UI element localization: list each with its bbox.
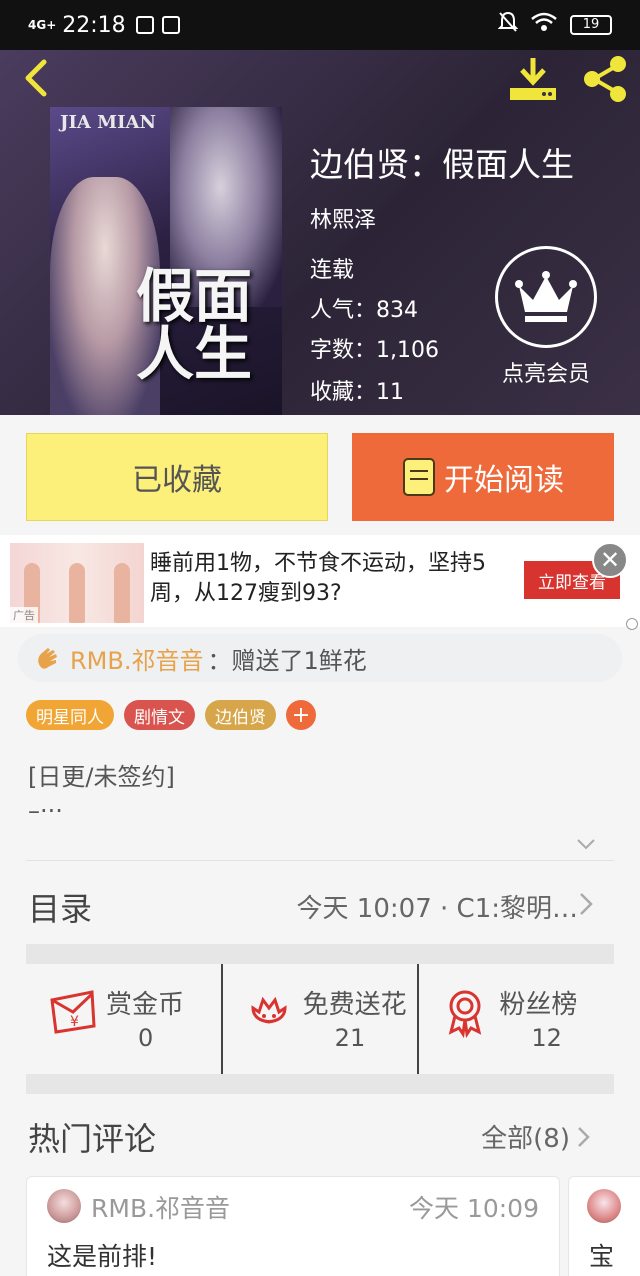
comment-text: 宝: [589, 1242, 615, 1271]
comment-card[interactable]: RMB.祁音音 今天 10:09 这是前排!: [26, 1176, 560, 1276]
book-header: JIA MIAN 假面人生 边伯贤：假面人生 林熙泽 连载 人气：834 字数：…: [0, 50, 640, 415]
tag-item[interactable]: 剧情文: [124, 700, 195, 730]
all-comments-label: 全部(8): [481, 1124, 570, 1154]
avatar[interactable]: [587, 1189, 621, 1223]
vip-button[interactable]: 点亮会员: [490, 246, 602, 388]
favorites-label: 收藏：: [310, 380, 377, 405]
section-separator: [26, 944, 614, 964]
all-comments-link[interactable]: 全部(8): [481, 1118, 592, 1155]
popularity-stat: 人气：834: [310, 292, 418, 324]
section-separator: [26, 1074, 614, 1094]
favorited-button[interactable]: 已收藏: [26, 433, 328, 521]
vip-label: 点亮会员: [501, 362, 590, 387]
send-flower-value: 21: [334, 1024, 366, 1052]
add-tag-button[interactable]: +: [286, 700, 316, 730]
crown-icon: [515, 271, 577, 322]
toc-title: 目录: [28, 890, 93, 928]
chevron-left-icon: [25, 59, 47, 97]
word-count-value: 1,106: [376, 338, 439, 363]
word-count-label: 字数：: [310, 338, 377, 363]
reward-coins-label: 赏金币: [106, 990, 185, 1020]
clap-icon: [38, 648, 57, 669]
tag-list: 明星同人 剧情文 边伯贤 +: [26, 700, 316, 730]
fan-ranking-value: 12: [531, 1024, 562, 1052]
avatar[interactable]: [47, 1189, 81, 1223]
chevron-right-icon: [578, 1126, 590, 1147]
reward-coins-value: 0: [138, 1024, 154, 1052]
clock: 22:18: [62, 12, 126, 38]
popularity-value: 834: [376, 298, 419, 323]
word-count-stat: 字数：1,106: [310, 332, 439, 364]
tag-item[interactable]: 明星同人: [26, 700, 114, 730]
book-status: 连载: [310, 258, 355, 283]
chevron-right-icon: [580, 893, 593, 915]
silent-icon: [497, 11, 519, 39]
battery-icon: 19: [570, 15, 612, 35]
svg-text:¥: ¥: [70, 1014, 79, 1030]
start-reading-button[interactable]: 开始阅读: [352, 433, 614, 521]
table-of-contents-row[interactable]: 目录 今天 10:07 · C1:黎明…: [0, 862, 640, 944]
medal-icon: [449, 990, 482, 1038]
book-cover[interactable]: JIA MIAN 假面人生: [50, 107, 282, 415]
cover-english-title: JIA MIAN: [60, 112, 156, 133]
red-envelope-icon: ¥: [50, 990, 96, 1034]
divider: [26, 860, 614, 861]
fan-ranking-item[interactable]: 粉丝榜 12: [417, 964, 614, 1074]
favorites-value: 11: [376, 380, 405, 405]
ad-info-icon[interactable]: [626, 618, 638, 630]
book-author[interactable]: 林熙泽: [310, 202, 376, 234]
share-icon: [584, 56, 626, 102]
toc-latest-chapter: 今天 10:07 · C1:黎明…: [296, 894, 578, 924]
gift-text: ：赠送了1鲜花: [207, 646, 367, 675]
flower-icon: [251, 996, 287, 1024]
popularity-label: 人气：: [310, 298, 377, 323]
fan-ranking-label: 粉丝榜: [499, 990, 578, 1020]
book-icon: [403, 458, 435, 496]
back-button[interactable]: [18, 56, 58, 100]
reward-coins-item[interactable]: ¥ 赏金币 0: [26, 964, 221, 1074]
gift-banner: RMB.祁音音 ：赠送了1鲜花: [18, 634, 622, 682]
download-button[interactable]: [508, 56, 558, 102]
tag-item[interactable]: 边伯贤: [205, 700, 276, 730]
book-description: [日更/未签约] –···: [28, 760, 175, 828]
description-line: –···: [28, 797, 63, 825]
message-icon: [161, 16, 180, 34]
send-flower-label: 免费送花: [302, 990, 407, 1020]
ad-image: 广告: [10, 543, 144, 623]
network-indicator: 4G+: [28, 18, 57, 32]
hot-comments-title: 热门评论: [28, 1120, 157, 1158]
favorites-stat: 收藏：11: [310, 374, 404, 406]
comment-user[interactable]: RMB.祁音音: [91, 1189, 230, 1225]
description-line: [日更/未签约]: [28, 763, 175, 791]
send-flower-item[interactable]: 免费送花 21: [220, 964, 418, 1074]
comment-text: 这是前排!: [47, 1242, 158, 1271]
start-reading-label: 开始阅读: [444, 463, 564, 498]
download-icon: [510, 58, 556, 100]
notification-icon: [135, 16, 154, 34]
status-bar: 4G+ 22:18 19: [0, 0, 640, 50]
gift-user[interactable]: RMB.祁音音: [70, 641, 203, 676]
wifi-icon: [530, 11, 558, 39]
comment-time: 今天 10:09: [409, 1194, 539, 1223]
ad-tag: 广告: [10, 607, 38, 623]
ad-text: 睡前用1物，不节食不运动，坚持5周，从127瘦到93?: [150, 551, 486, 606]
ad-close-icon[interactable]: ✕: [592, 542, 628, 578]
ad-banner[interactable]: 广告 睡前用1物，不节食不运动，坚持5周，从127瘦到93? 立即查看: [0, 535, 640, 627]
book-title: 边伯贤：假面人生: [310, 145, 574, 184]
reward-stats: ¥ 赏金币 0 免费送花 21 粉丝榜 12: [26, 964, 614, 1074]
vip-badge: [495, 246, 597, 348]
share-button[interactable]: [580, 54, 630, 104]
chevron-down-icon: [577, 839, 595, 850]
expand-description-button[interactable]: [574, 832, 598, 856]
cover-title: 假面人生: [136, 262, 253, 388]
comment-card[interactable]: 宝: [568, 1176, 640, 1276]
